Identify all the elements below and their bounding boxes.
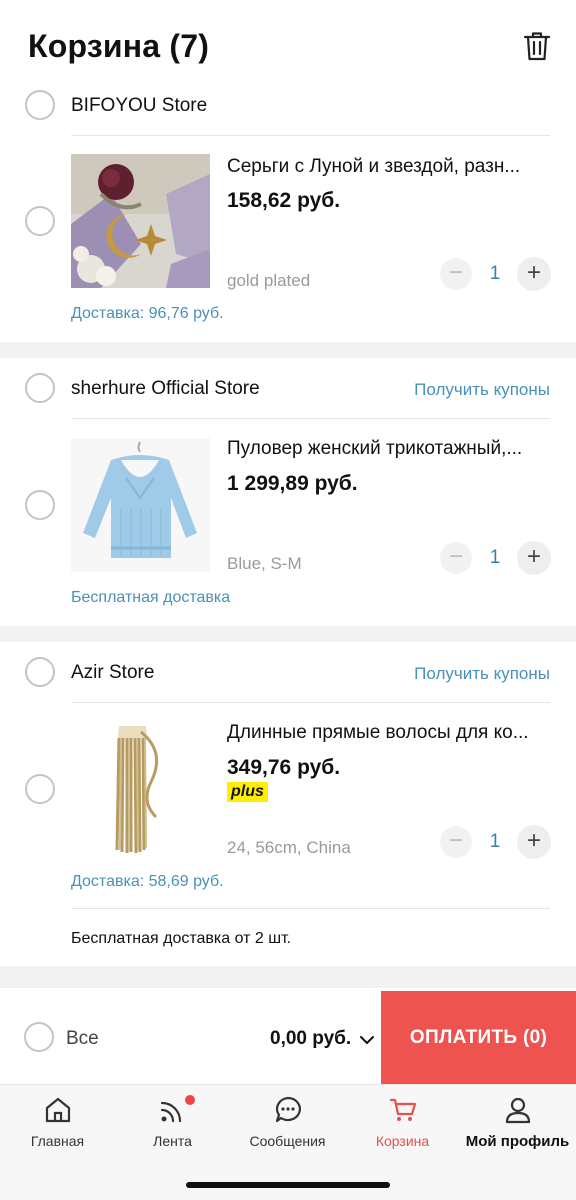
store-checkbox[interactable] [25, 90, 55, 120]
get-coupons-link[interactable]: Получить купоны [414, 664, 550, 684]
tab-label: Мой профиль [465, 1133, 570, 1150]
pay-button[interactable]: ОПЛАТИТЬ (0) [381, 991, 576, 1084]
quantity-value[interactable]: 1 [480, 547, 510, 569]
increase-quantity-button[interactable]: + [517, 541, 551, 575]
decrease-quantity-button[interactable]: − [440, 542, 472, 574]
product-price: 1 299,89 руб. [227, 472, 358, 495]
tab-label: Лента [153, 1133, 192, 1149]
store-name[interactable]: sherhure Official Store [71, 378, 260, 400]
item-checkbox[interactable] [25, 490, 55, 520]
get-coupons-link[interactable]: Получить купоны [414, 380, 550, 400]
product-variant[interactable]: gold plated [227, 271, 310, 291]
cart-icon [389, 1098, 416, 1121]
messages-icon [275, 1096, 301, 1123]
item-checkbox[interactable] [25, 774, 55, 804]
product-variant[interactable]: Blue, S-M [227, 554, 302, 574]
feed-icon [160, 1101, 181, 1123]
free-shipping-note: Бесплатная доставка от 2 шт. [71, 930, 292, 947]
tab-feed[interactable]: Лента [115, 1095, 230, 1149]
item-checkbox[interactable] [25, 206, 55, 236]
page-header: Корзина (7) [0, 0, 576, 76]
product-image[interactable] [71, 438, 210, 572]
shipping-cost: Бесплатная доставка [71, 589, 231, 606]
tab-profile[interactable]: Мой профиль [460, 1095, 575, 1150]
profile-icon [505, 1097, 530, 1124]
home-icon [45, 1097, 70, 1123]
plus-badge: plus [227, 782, 268, 802]
store-name[interactable]: Azir Store [71, 662, 154, 684]
shipping-cost: Доставка: 96,76 руб. [71, 305, 224, 322]
select-all-checkbox[interactable] [24, 1022, 54, 1052]
tab-cart[interactable]: Корзина [345, 1095, 460, 1149]
increase-quantity-button[interactable]: + [517, 825, 551, 859]
checkout-bar: Все 0,00 руб. ОПЛАТИТЬ (0) [0, 988, 576, 1084]
decrease-quantity-button[interactable]: − [440, 258, 472, 290]
divider [71, 702, 550, 703]
chevron-down-icon[interactable] [360, 1032, 374, 1048]
divider [71, 418, 550, 419]
store-card: Azir Store Получить купоны 24 Длинные пр… [0, 642, 576, 966]
select-all-label[interactable]: Все [66, 1028, 99, 1050]
product-image[interactable]: 24 [71, 722, 210, 856]
cart-total[interactable]: 0,00 руб. [270, 1028, 351, 1050]
tab-label: Сообщения [249, 1133, 326, 1149]
product-title[interactable]: Серьги с Луной и звездой, разн... [227, 156, 551, 178]
increase-quantity-button[interactable]: + [517, 257, 551, 291]
shipping-cost: Доставка: 58,69 руб. [71, 873, 224, 890]
product-image[interactable] [71, 154, 210, 288]
store-checkbox[interactable] [25, 657, 55, 687]
notification-dot [185, 1095, 195, 1105]
store-checkbox[interactable] [25, 373, 55, 403]
divider [71, 908, 550, 909]
quantity-value[interactable]: 1 [480, 263, 510, 285]
product-price: 158,62 руб. [227, 189, 341, 212]
store-name[interactable]: BIFOYOU Store [71, 95, 207, 117]
trash-icon[interactable] [522, 30, 552, 62]
divider [71, 135, 550, 136]
tab-label: Главная [30, 1133, 85, 1149]
product-variant[interactable]: 24, 56cm, China [227, 838, 351, 858]
decrease-quantity-button[interactable]: − [440, 826, 472, 858]
home-indicator [186, 1182, 390, 1188]
tab-home[interactable]: Главная [0, 1095, 115, 1149]
page-title: Корзина (7) [28, 28, 210, 64]
product-price: 349,76 руб. [227, 756, 341, 779]
product-title[interactable]: Пуловер женский трикотажный,... [227, 438, 551, 460]
product-title[interactable]: Длинные прямые волосы для ко... [227, 722, 551, 744]
tab-label: Корзина [375, 1133, 430, 1149]
store-card: BIFOYOU Store Серьги с Луной и звездой, … [0, 76, 576, 342]
quantity-value[interactable]: 1 [480, 831, 510, 853]
store-card: sherhure Official Store Получить купоны … [0, 358, 576, 626]
tab-messages[interactable]: Сообщения [230, 1095, 345, 1149]
